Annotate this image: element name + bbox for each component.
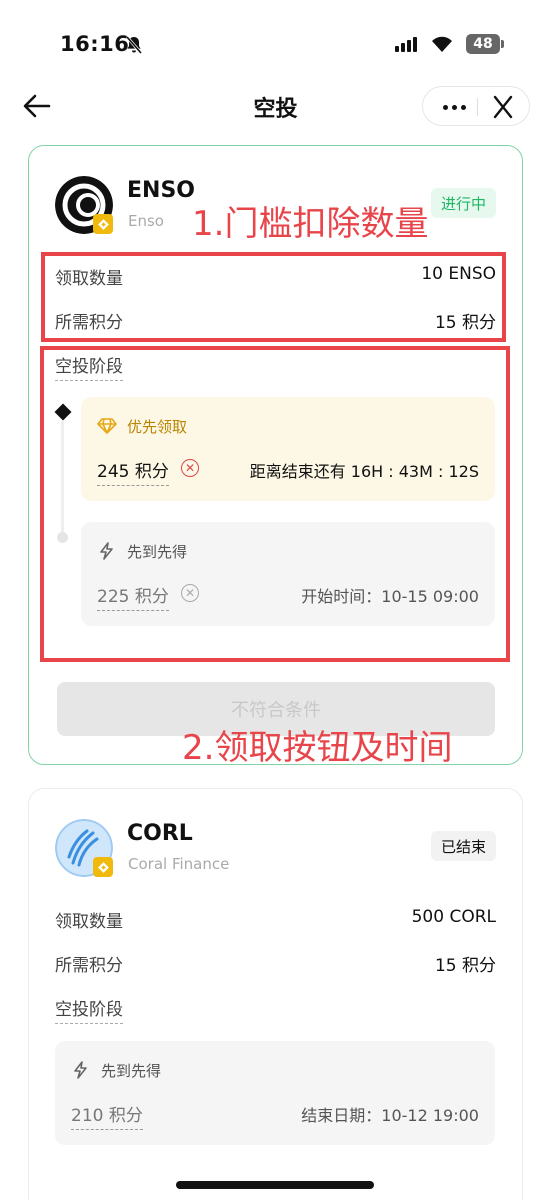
status-time: 16:16 — [60, 32, 130, 56]
stage-title: 先到先得 — [101, 1062, 162, 1080]
battery-level: 48 — [473, 36, 493, 52]
bnb-chain-badge-icon — [93, 857, 113, 877]
stage-first-come: 先到先得 210 积分 结束日期：10-12 19:00 — [55, 1041, 495, 1145]
bnb-chain-badge-icon — [93, 214, 113, 234]
close-icon[interactable] — [485, 93, 521, 121]
token-name: Coral Finance — [128, 855, 230, 873]
required-points-label: 所需积分 — [55, 956, 123, 976]
stage-points[interactable]: 210 积分 — [71, 1101, 143, 1130]
lightning-icon — [74, 1061, 87, 1079]
mini-program-capsule — [422, 86, 530, 126]
required-points-value: 15 积分 — [434, 956, 496, 976]
status-badge: 进行中 — [430, 188, 496, 218]
stage-end-date: 结束日期：10-12 19:00 — [301, 1106, 479, 1125]
annotation-note-claim: 2.领取按钮及时间 — [182, 728, 453, 768]
bell-off-icon — [125, 36, 143, 54]
airdrop-stages-label[interactable]: 空投阶段 — [55, 995, 123, 1024]
battery-tip — [501, 40, 504, 48]
signal-icon — [395, 37, 417, 52]
nav-header: 空投 — [0, 84, 551, 128]
status-bar: 16:16 48 — [0, 0, 551, 84]
annotation-box-threshold — [41, 252, 506, 342]
token-name: Enso — [128, 212, 164, 230]
more-options-icon[interactable] — [433, 87, 475, 127]
token-symbol: ENSO — [127, 178, 195, 203]
battery-icon: 48 — [466, 34, 500, 54]
token-symbol: CORL — [127, 821, 193, 846]
annotation-box-claim — [40, 346, 510, 662]
annotation-note-threshold: 1.门槛扣除数量 — [192, 204, 429, 244]
home-indicator — [176, 1181, 374, 1189]
status-badge: 已结束 — [430, 831, 496, 861]
wifi-icon — [432, 36, 452, 52]
claim-amount-label: 领取数量 — [55, 912, 123, 932]
airdrop-card-corl: CORL Coral Finance 已结束 领取数量 500 CORL 所需积… — [28, 788, 523, 1200]
capsule-divider — [477, 98, 478, 116]
claim-amount-value: 500 CORL — [411, 907, 496, 927]
